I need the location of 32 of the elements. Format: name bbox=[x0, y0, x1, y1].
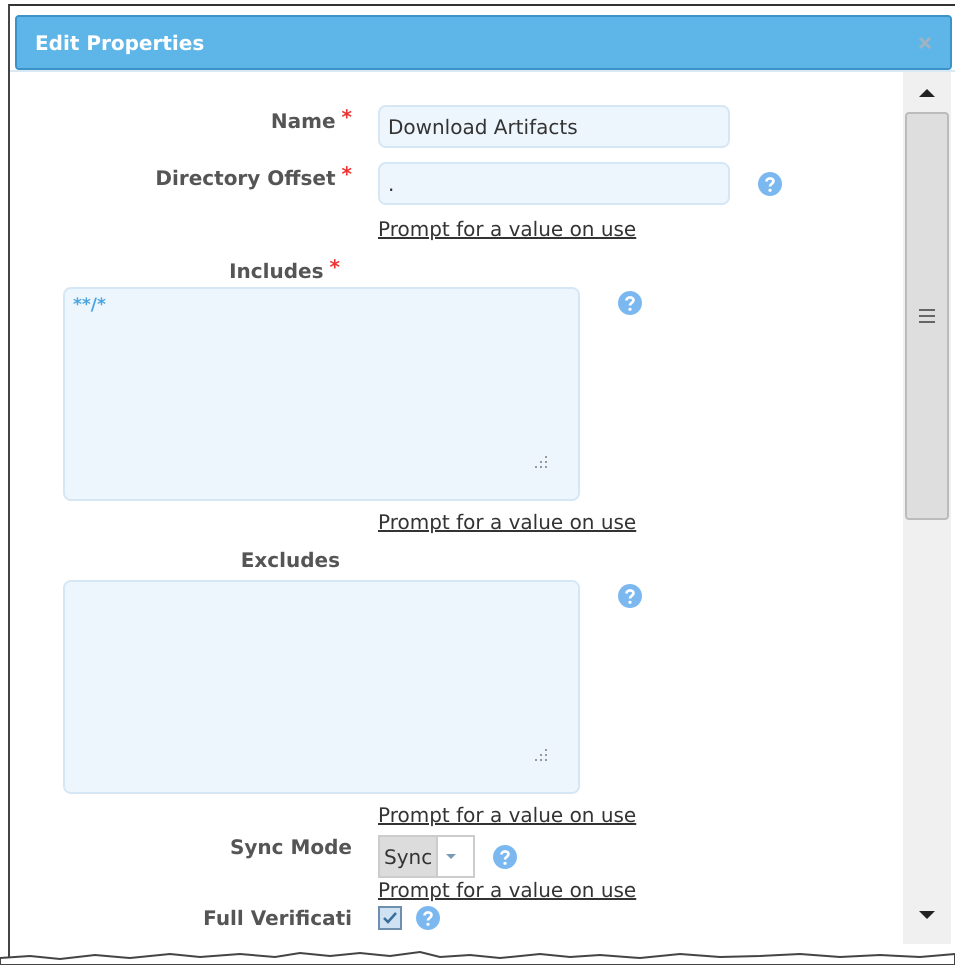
required-mark: * bbox=[342, 105, 352, 129]
field-label: Sync Mode bbox=[230, 835, 352, 859]
field-label: Full Verificati bbox=[203, 906, 352, 930]
prompt-link[interactable]: Prompt for a value on use bbox=[378, 803, 636, 827]
dialog-title: Edit Properties bbox=[35, 30, 204, 54]
scroll-down-icon[interactable] bbox=[917, 910, 937, 922]
scroll-up-icon[interactable] bbox=[917, 86, 937, 98]
caret-icon[interactable] bbox=[445, 853, 458, 860]
resize-grip-icon[interactable] bbox=[534, 455, 548, 469]
close-icon[interactable] bbox=[918, 36, 932, 50]
prompt-link[interactable]: Prompt for a value on use bbox=[378, 510, 636, 534]
scrollbar-thumb[interactable] bbox=[905, 112, 949, 520]
text-field[interactable]: Download Artifacts bbox=[378, 105, 730, 148]
required-mark: * bbox=[342, 162, 352, 186]
prompt-link[interactable]: Prompt for a value on use bbox=[378, 878, 636, 902]
field-label: Name bbox=[270, 109, 336, 133]
scrollbar[interactable] bbox=[903, 72, 951, 944]
field-label: Includes bbox=[229, 259, 324, 283]
checkbox[interactable] bbox=[378, 906, 402, 930]
field-label: Excludes bbox=[240, 548, 340, 572]
help-icon[interactable] bbox=[618, 584, 642, 608]
sync-mode-dropdown[interactable]: Sync bbox=[378, 835, 475, 878]
resize-grip-icon[interactable] bbox=[534, 748, 548, 762]
field-label: Directory Offset bbox=[155, 166, 336, 190]
required-mark: * bbox=[330, 255, 340, 279]
prompt-link[interactable]: Prompt for a value on use bbox=[378, 217, 636, 241]
help-icon[interactable] bbox=[493, 844, 517, 868]
help-icon[interactable] bbox=[618, 291, 642, 315]
help-icon[interactable] bbox=[416, 906, 440, 930]
help-icon[interactable] bbox=[758, 172, 782, 196]
text-area[interactable] bbox=[63, 580, 580, 794]
text-field[interactable]: . bbox=[378, 162, 730, 205]
